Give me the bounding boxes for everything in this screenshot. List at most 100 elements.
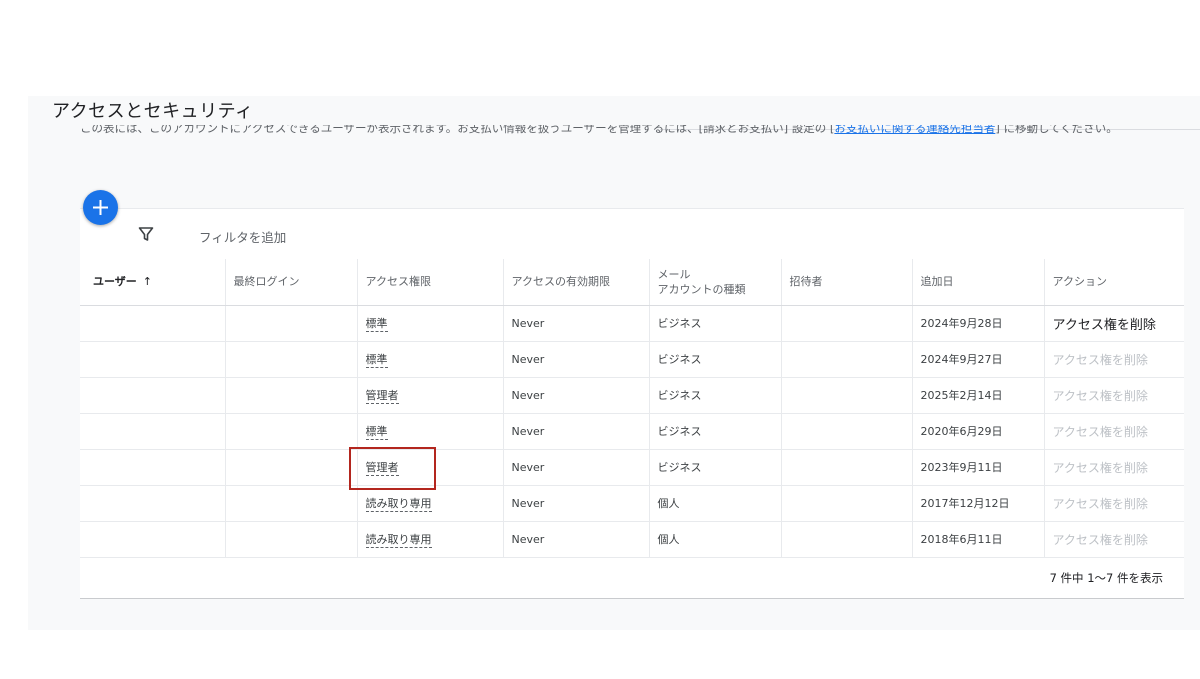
column-header-added-label: 追加日 (920, 275, 954, 289)
cell-added-text: 2024年9月28日 (920, 317, 1003, 330)
cell-action: アクセス権を削除 (1044, 521, 1184, 558)
table-row: 標準 Never ビジネス 2024年9月28日 アクセス権を削除 (80, 305, 1184, 342)
cell-expiry: Never (503, 449, 650, 486)
cell-inviter (781, 413, 913, 450)
cell-expiry-text: Never (511, 388, 545, 402)
cell-action: アクセス権を削除 (1044, 449, 1184, 486)
cell-access-role: 読み取り専用 (357, 521, 504, 558)
cell-last-login (225, 377, 358, 414)
pagination-summary: 7 件中 1〜7 件を表示 (1049, 571, 1163, 585)
column-header-expiry-label: アクセスの有効期限 (511, 275, 610, 289)
cell-expiry-text: Never (511, 460, 545, 474)
cell-account-type-text: ビジネス (657, 353, 702, 366)
cell-user (80, 485, 226, 522)
column-header-last-login[interactable]: 最終ログイン (225, 259, 358, 306)
column-header-added[interactable]: 追加日 (912, 259, 1045, 306)
cell-last-login (225, 305, 358, 342)
add-filter-button[interactable]: フィルタを追加 (199, 227, 286, 246)
highlight-box (349, 447, 436, 490)
cell-account-type-text: 個人 (657, 533, 680, 546)
cell-last-login (225, 485, 358, 522)
cell-account-type: ビジネス (649, 449, 782, 486)
access-role-link[interactable]: 管理者 (365, 389, 399, 404)
cell-user (80, 341, 226, 378)
table-row: 読み取り専用 Never 個人 2018年6月11日 アクセス権を削除 (80, 521, 1184, 558)
cell-access-role: 読み取り専用 (357, 485, 504, 522)
cell-access-role: 標準 (357, 305, 504, 342)
cell-last-login (225, 341, 358, 378)
column-header-account-type-label: アカウントの種類 (657, 282, 746, 296)
arrow-up-icon: ↑ (142, 275, 152, 289)
billing-contact-link[interactable]: お支払いに関する連絡先担当者 (834, 125, 995, 135)
column-header-expiry[interactable]: アクセスの有効期限 (503, 259, 650, 306)
column-header-last-login-label: 最終ログイン (233, 275, 300, 289)
cell-user (80, 377, 226, 414)
cell-added: 2017年12月12日 (912, 485, 1045, 522)
column-header-access-role-label: アクセス権限 (365, 275, 431, 289)
cell-access-role: 標準 (357, 341, 504, 378)
cell-action: アクセス権を削除 (1044, 341, 1184, 378)
cell-added: 2024年9月27日 (912, 341, 1045, 378)
remove-access-button[interactable]: アクセス権を削除 (1053, 318, 1156, 333)
description-text-suffix: ] に移動してください。 (995, 125, 1118, 135)
cell-expiry: Never (503, 521, 650, 558)
cell-access-role: 標準 (357, 413, 504, 450)
column-header-action: アクション (1044, 259, 1184, 306)
cell-last-login (225, 449, 358, 486)
cell-user (80, 449, 226, 486)
access-role-link[interactable]: 標準 (365, 317, 388, 332)
cell-user (80, 521, 226, 558)
table-row: 標準 Never ビジネス 2024年9月27日 アクセス権を削除 (80, 341, 1184, 378)
remove-access-button: アクセス権を削除 (1052, 460, 1148, 475)
cell-expiry: Never (503, 305, 650, 342)
cell-expiry: Never (503, 377, 650, 414)
cell-added-text: 2024年9月27日 (920, 353, 1003, 366)
cell-account-type: ビジネス (649, 341, 782, 378)
access-role-link[interactable]: 読み取り専用 (365, 533, 432, 548)
cell-expiry-text: Never (511, 424, 545, 438)
remove-access-button: アクセス権を削除 (1052, 352, 1148, 367)
column-header-email-type[interactable]: メール アカウントの種類 (649, 259, 782, 306)
cell-added: 2025年2月14日 (912, 377, 1045, 414)
cell-account-type-text: ビジネス (657, 317, 702, 330)
cell-account-type: ビジネス (649, 377, 782, 414)
filter-icon[interactable] (138, 226, 154, 246)
access-role-link[interactable]: 読み取り専用 (365, 497, 432, 512)
cell-added-text: 2018年6月11日 (920, 533, 1003, 546)
cell-user (80, 413, 226, 450)
cell-account-type: 個人 (649, 485, 782, 522)
users-table: ユーザー ↑ 最終ログイン アクセス権限 アクセスの有効期限 メール アカウントの種… (80, 259, 1184, 558)
cell-added: 2020年6月29日 (912, 413, 1045, 450)
cell-account-type: 個人 (649, 521, 782, 558)
cell-added: 2024年9月28日 (912, 305, 1045, 342)
column-header-access-role[interactable]: アクセス権限 (357, 259, 504, 306)
cell-inviter (781, 449, 913, 486)
cell-added: 2018年6月11日 (912, 521, 1045, 558)
cell-action: アクセス権を削除 (1044, 305, 1184, 342)
column-header-inviter[interactable]: 招待者 (781, 259, 913, 306)
access-role-link[interactable]: 標準 (365, 353, 388, 368)
page-title: アクセスとセキュリティ (52, 101, 254, 122)
cell-account-type: ビジネス (649, 305, 782, 342)
description-text: この表には、このアカウントにアクセスできるユーザーが表示されます。お支払い情報を… (80, 125, 835, 135)
cell-account-type-text: 個人 (657, 497, 680, 510)
table-row: 管理者 Never ビジネス 2023年9月11日 アクセス権を削除 (80, 449, 1184, 486)
access-role-link[interactable]: 標準 (365, 425, 388, 440)
cell-expiry-text: Never (511, 352, 545, 366)
page-description: この表には、このアカウントにアクセスできるユーザーが表示されます。お支払い情報を… (80, 125, 1170, 159)
column-header-inviter-label: 招待者 (789, 275, 823, 289)
column-header-email-label: メール (657, 267, 691, 281)
cell-action: アクセス権を削除 (1044, 485, 1184, 522)
column-header-user[interactable]: ユーザー ↑ (80, 259, 226, 306)
add-user-button[interactable] (83, 190, 118, 225)
cell-inviter (781, 305, 913, 342)
cell-expiry: Never (503, 485, 650, 522)
cell-action: アクセス権を削除 (1044, 413, 1184, 450)
table-header-row: ユーザー ↑ 最終ログイン アクセス権限 アクセスの有効期限 メール アカウントの種… (80, 259, 1184, 306)
table-row: 読み取り専用 Never 個人 2017年12月12日 アクセス権を削除 (80, 485, 1184, 522)
cell-inviter (781, 341, 913, 378)
cell-added-text: 2020年6月29日 (920, 425, 1003, 438)
remove-access-button: アクセス権を削除 (1052, 532, 1148, 547)
cell-added-text: 2025年2月14日 (920, 389, 1003, 402)
cell-expiry-text: Never (511, 532, 545, 546)
